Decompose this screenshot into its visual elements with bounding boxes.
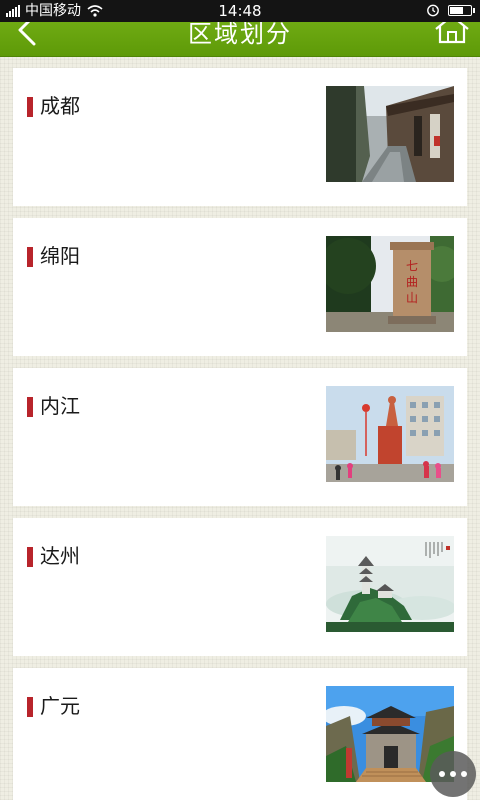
- old-street-photo: [326, 86, 454, 182]
- accent-marker: [27, 397, 33, 417]
- accent-marker: [27, 247, 33, 267]
- region-label: 内江: [40, 394, 80, 418]
- region-label: 达州: [40, 544, 80, 568]
- region-label: 广元: [40, 694, 80, 718]
- pagoda-mountain-painting: [326, 536, 454, 632]
- battery-icon: [448, 4, 475, 16]
- accent-marker: [27, 97, 33, 117]
- list-item-dazhou[interactable]: 达州: [13, 518, 467, 656]
- statue-plaza-photo: [326, 386, 454, 482]
- region-label: 成都: [40, 94, 80, 118]
- list-item-neijiang[interactable]: 内江: [13, 368, 467, 506]
- list-item-mianyang[interactable]: 绵阳 七 曲 山: [13, 218, 467, 356]
- more-button[interactable]: [430, 751, 476, 797]
- list-item-guangyuan[interactable]: 广元: [13, 668, 467, 800]
- accent-marker: [27, 547, 33, 567]
- svg-text:曲: 曲: [406, 275, 418, 289]
- more-dot: [450, 771, 456, 777]
- status-time: 14:48: [218, 2, 262, 20]
- accent-marker: [27, 697, 33, 717]
- alarm-icon: [427, 4, 439, 17]
- svg-text:七: 七: [406, 259, 418, 273]
- status-bar: 中国移动 14:48: [0, 0, 480, 22]
- more-dot: [461, 771, 467, 777]
- region-label: 绵阳: [40, 244, 80, 268]
- region-list: 成都 绵阳 七 曲 山 内江 达州 广元: [13, 68, 467, 800]
- list-item-chengdu[interactable]: 成都: [13, 68, 467, 206]
- svg-text:山: 山: [406, 291, 418, 305]
- more-dots-icon: [439, 771, 445, 777]
- stone-monument-photo: 七 曲 山: [326, 236, 454, 332]
